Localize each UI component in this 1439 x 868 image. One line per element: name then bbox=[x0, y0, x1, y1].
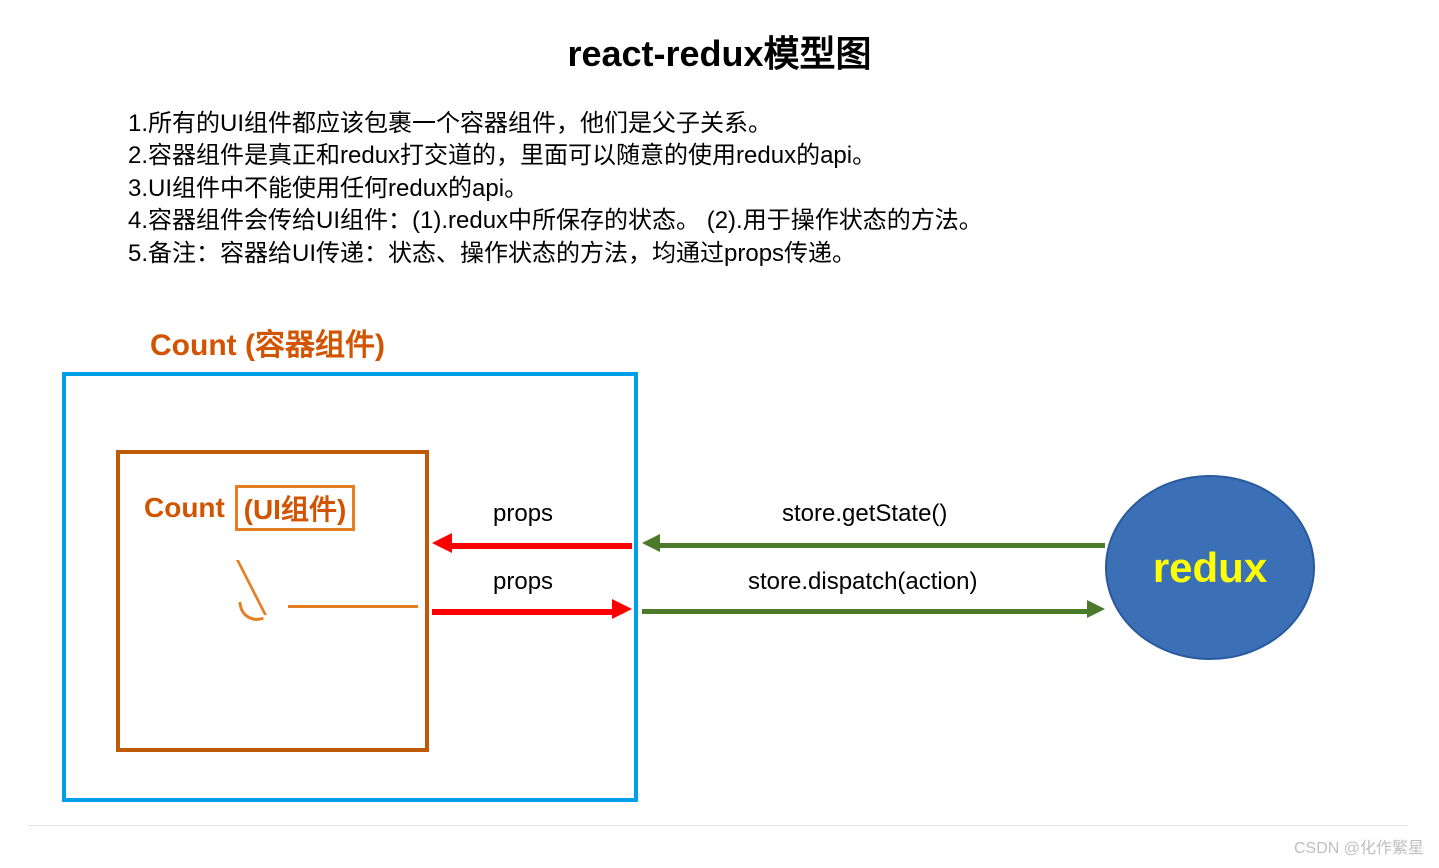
redux-store-node: redux bbox=[1105, 475, 1315, 660]
ui-label-boxed: (UI组件) bbox=[235, 485, 356, 531]
arrow-green-out bbox=[642, 609, 1087, 614]
arrow-label-props-in: props bbox=[493, 500, 553, 528]
note-item: 2.容器组件是真正和redux打交道的，里面可以随意的使用redux的api。 bbox=[128, 140, 983, 172]
note-item: 5.备注：容器给UI传递：状态、操作状态的方法，均通过props传递。 bbox=[128, 238, 983, 270]
arrow-red-in bbox=[452, 543, 632, 549]
arrow-red-out bbox=[432, 609, 612, 615]
arrow-label-dispatch: store.dispatch(action) bbox=[748, 568, 977, 596]
note-item: 3.UI组件中不能使用任何redux的api。 bbox=[128, 173, 983, 205]
container-component-label: Count (容器组件) bbox=[150, 320, 385, 364]
redux-label: redux bbox=[1153, 544, 1267, 592]
ui-label-prefix: Count bbox=[144, 492, 225, 524]
watermark: CSDN @化作繁星 bbox=[1294, 834, 1424, 858]
arrow-red-out-head-icon bbox=[612, 599, 632, 619]
arrow-green-out-head-icon bbox=[1087, 600, 1105, 618]
arrow-green-in bbox=[660, 543, 1105, 548]
note-item: 4.容器组件会传给UI组件：(1).redux中所保存的状态。 (2).用于操作… bbox=[128, 205, 983, 237]
ui-component-label: Count (UI组件) bbox=[144, 485, 355, 531]
arrow-green-in-head-icon bbox=[642, 534, 660, 552]
arrow-label-getstate: store.getState() bbox=[782, 500, 947, 528]
arrow-label-props-out: props bbox=[493, 568, 553, 596]
page-title: react-redux模型图 bbox=[0, 25, 1439, 77]
notes-list: 1.所有的UI组件都应该包裹一个容器组件，他们是父子关系。 2.容器组件是真正和… bbox=[128, 108, 983, 270]
arrow-red-in-head-icon bbox=[432, 533, 452, 553]
divider bbox=[28, 825, 1408, 826]
note-item: 1.所有的UI组件都应该包裹一个容器组件，他们是父子关系。 bbox=[128, 108, 983, 140]
hand-drawn-mark-icon bbox=[240, 560, 440, 620]
